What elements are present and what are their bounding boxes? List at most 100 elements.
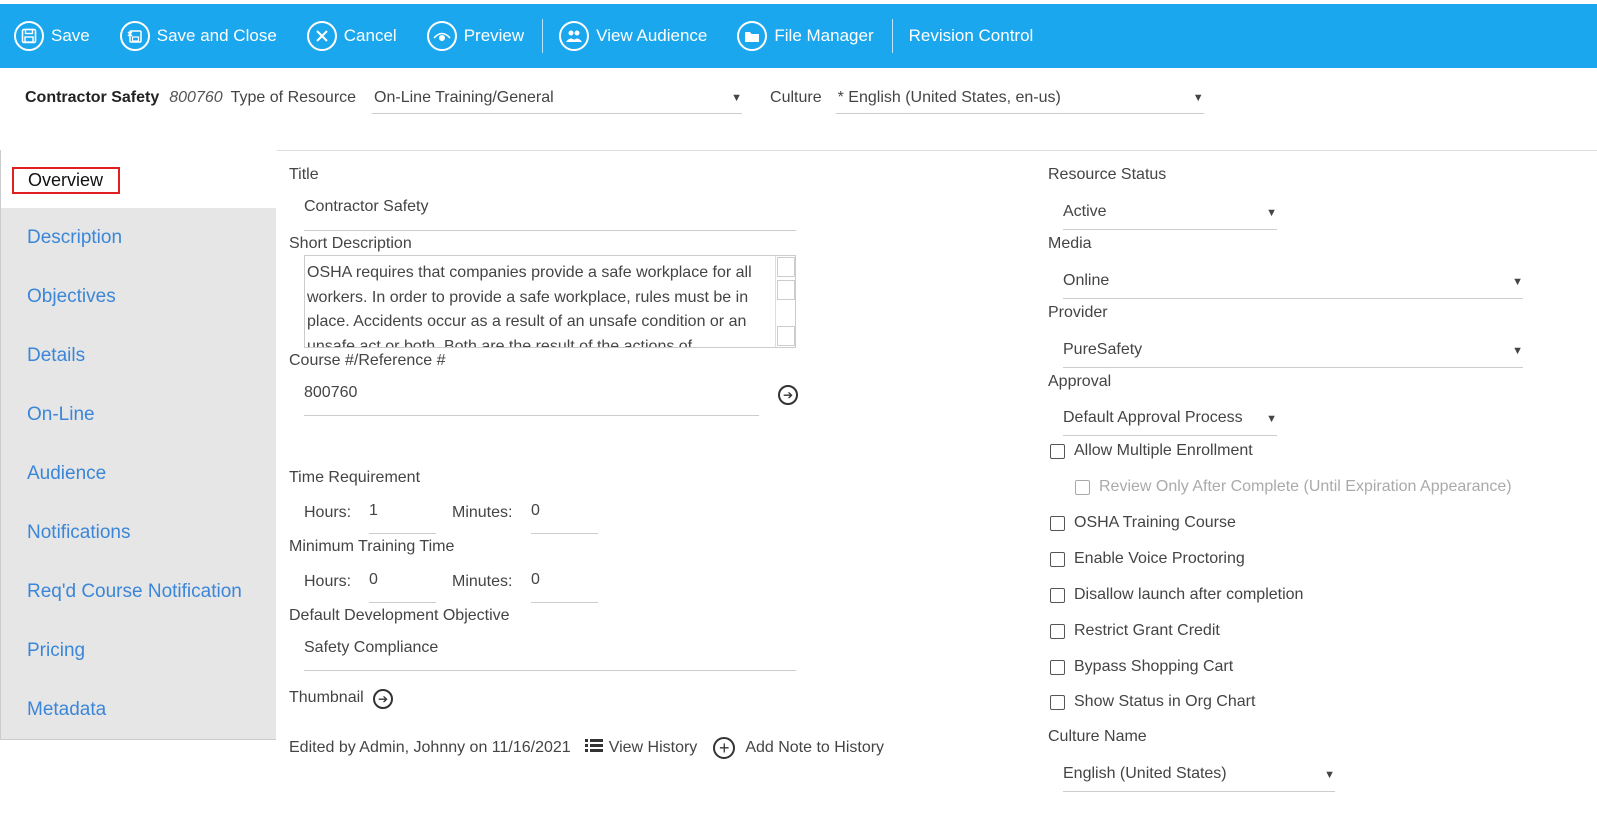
save-button[interactable]: Save — [14, 16, 90, 56]
time-requirement-label: Time Requirement — [289, 469, 421, 486]
enable-voice-proctoring-checkbox[interactable] — [1050, 551, 1065, 567]
view-history-link[interactable]: View History — [609, 739, 698, 757]
allow-multiple-enrollment-row[interactable]: Allow Multiple Enrollment — [1050, 442, 1253, 460]
culture-name-value: English (United States) — [1063, 764, 1227, 782]
resource-status-select[interactable]: Active ▼ — [1063, 194, 1277, 230]
preview-label: Preview — [463, 26, 525, 45]
resource-name: Contractor Safety — [25, 89, 160, 106]
caret-down-icon: ▼ — [1324, 769, 1335, 781]
scrollbar-thumb[interactable] — [777, 280, 795, 300]
tab-reqd-course-notification[interactable]: Req'd Course Notification — [27, 581, 242, 603]
allow-multiple-enrollment-checkbox[interactable] — [1050, 443, 1065, 459]
short-description-label: Short Description — [289, 235, 412, 252]
save-label: Save — [51, 26, 90, 45]
tab-on-line[interactable]: On-Line — [27, 404, 95, 426]
short-description-textarea[interactable]: OSHA requires that companies provide a s… — [304, 255, 796, 348]
view-audience-button[interactable]: View Audience — [559, 16, 707, 56]
bypass-shopping-cart-row[interactable]: Bypass Shopping Cart — [1050, 658, 1233, 676]
show-status-org-chart-row[interactable]: Show Status in Org Chart — [1050, 693, 1255, 711]
tab-notifications[interactable]: Notifications — [27, 522, 131, 544]
min-time-hours-input[interactable]: 0 — [369, 571, 436, 603]
file-manager-button[interactable]: File Manager — [737, 16, 874, 56]
enable-voice-proctoring-label: Enable Voice Proctoring — [1074, 550, 1245, 567]
course-reference-input[interactable]: 800760 — [304, 384, 759, 416]
tab-audience[interactable]: Audience — [27, 463, 106, 485]
review-only-label: Review Only After Complete (Until Expira… — [1099, 478, 1512, 495]
edit-history-bar: Edited by Admin, Johnny on 11/16/2021 Vi… — [289, 734, 884, 762]
type-of-resource-select[interactable]: On-Line Training/General ▼ — [372, 82, 743, 114]
tab-pricing[interactable]: Pricing — [27, 640, 85, 662]
folder-icon — [737, 21, 768, 51]
provider-select[interactable]: PureSafety ▼ — [1063, 332, 1523, 368]
revision-control-button[interactable]: Revision Control — [909, 16, 1034, 56]
resource-header: Contractor Safety 800760 Type of Resourc… — [25, 80, 1204, 116]
osha-training-course-row[interactable]: OSHA Training Course — [1050, 514, 1236, 532]
cancel-label: Cancel — [343, 26, 397, 45]
development-objective-label: Default Development Objective — [289, 607, 510, 624]
media-select[interactable]: Online ▼ — [1063, 263, 1523, 299]
toolbar: Save Save and Close Cancel Preview View … — [0, 4, 1597, 68]
save-close-icon — [119, 21, 150, 51]
type-of-resource-value: On-Line Training/General — [374, 88, 554, 106]
floppy-disk-icon — [14, 21, 44, 51]
save-and-close-label: Save and Close — [156, 26, 277, 45]
media-label: Media — [1048, 235, 1092, 252]
disallow-launch-row[interactable]: Disallow launch after completion — [1050, 586, 1303, 604]
culture-value: * English (United States, en-us) — [837, 88, 1061, 106]
arrow-right-circle-icon[interactable]: ➔ — [778, 385, 798, 405]
users-icon — [559, 21, 590, 51]
file-manager-label: File Manager — [774, 26, 874, 45]
cancel-button[interactable]: Cancel — [306, 16, 397, 56]
preview-button[interactable]: Preview — [426, 16, 525, 56]
restrict-grant-credit-row[interactable]: Restrict Grant Credit — [1050, 622, 1220, 640]
tab-overview-label: Overview — [12, 167, 121, 194]
add-note-link[interactable]: Add Note to History — [745, 739, 884, 757]
toolbar-separator — [542, 19, 544, 53]
list-icon[interactable] — [584, 738, 603, 758]
time-req-hours-label: Hours: — [304, 504, 352, 521]
show-status-org-chart-checkbox[interactable] — [1050, 694, 1065, 710]
minimum-training-time-label: Minimum Training Time — [289, 538, 455, 555]
allow-multiple-enrollment-label: Allow Multiple Enrollment — [1074, 442, 1253, 459]
textarea-scrollbar[interactable] — [775, 256, 795, 347]
tab-details[interactable]: Details — [27, 345, 85, 367]
restrict-grant-credit-checkbox[interactable] — [1050, 623, 1065, 639]
min-time-hours-label: Hours: — [304, 573, 352, 590]
resource-status-value: Active — [1063, 202, 1107, 220]
show-status-org-chart-label: Show Status in Org Chart — [1074, 693, 1256, 710]
bypass-shopping-cart-checkbox[interactable] — [1050, 659, 1065, 675]
resource-status-label: Resource Status — [1048, 166, 1167, 183]
disallow-launch-checkbox[interactable] — [1050, 587, 1065, 603]
view-audience-label: View Audience — [596, 26, 708, 45]
approval-select[interactable]: Default Approval Process ▼ — [1063, 400, 1277, 436]
arrow-right-circle-icon[interactable]: ➔ — [373, 689, 393, 709]
course-reference-label: Course #/Reference # — [289, 352, 446, 369]
min-time-minutes-input[interactable]: 0 — [531, 571, 598, 603]
provider-label: Provider — [1048, 304, 1108, 321]
osha-training-course-label: OSHA Training Course — [1074, 514, 1236, 531]
tab-metadata[interactable]: Metadata — [27, 699, 106, 721]
save-and-close-button[interactable]: Save and Close — [119, 16, 277, 56]
caret-down-icon: ▼ — [1192, 92, 1204, 104]
review-only-row: Review Only After Complete (Until Expira… — [1075, 478, 1512, 496]
tab-objectives[interactable]: Objectives — [27, 286, 116, 308]
time-req-hours-input[interactable]: 1 — [369, 502, 436, 534]
title-input[interactable]: Contractor Safety — [304, 198, 796, 231]
tab-description[interactable]: Description — [27, 227, 122, 249]
plus-circle-icon[interactable]: + — [713, 737, 736, 759]
caret-down-icon: ▼ — [1266, 207, 1277, 219]
resource-code: 800760 — [169, 89, 223, 106]
development-objective-input[interactable]: Safety Compliance — [304, 639, 796, 671]
osha-training-course-checkbox[interactable] — [1050, 515, 1065, 531]
culture-name-select[interactable]: English (United States) ▼ — [1063, 756, 1335, 792]
media-value: Online — [1063, 271, 1110, 289]
enable-voice-proctoring-row[interactable]: Enable Voice Proctoring — [1050, 550, 1245, 568]
scrollbar-up[interactable] — [777, 257, 795, 277]
culture-select[interactable]: * English (United States, en-us) ▼ — [835, 82, 1204, 114]
sidebar: Overview Description Objectives Details … — [0, 150, 277, 740]
time-req-minutes-input[interactable]: 0 — [531, 502, 598, 534]
tab-overview[interactable]: Overview — [1, 150, 277, 208]
scrollbar-down[interactable] — [777, 326, 795, 346]
culture-name-label: Culture Name — [1048, 728, 1147, 745]
restrict-grant-credit-label: Restrict Grant Credit — [1074, 622, 1220, 639]
